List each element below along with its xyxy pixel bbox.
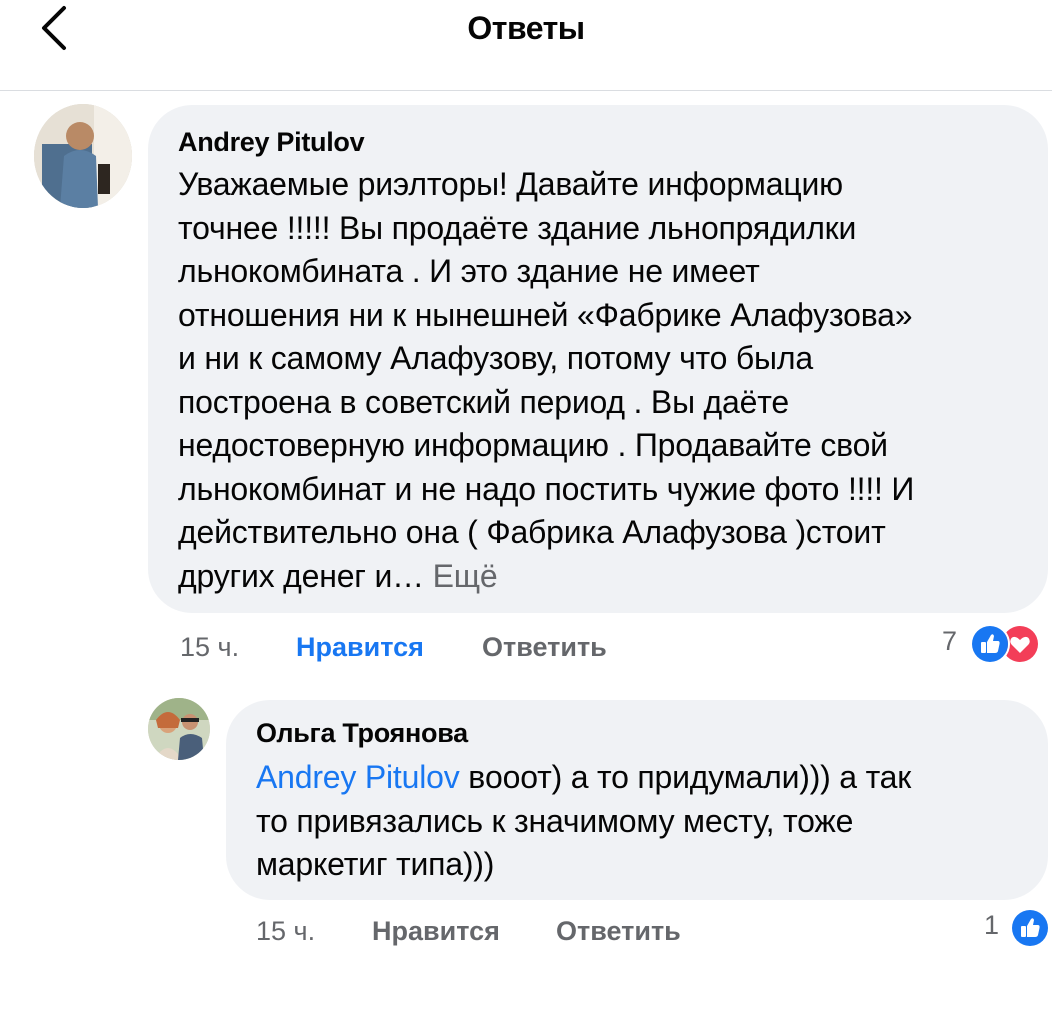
profile-photo [148, 698, 210, 760]
reaction-count: 1 [984, 910, 1000, 940]
comment-bubble: Ольга Троянова Andrey Pitulov вooот) а т… [226, 700, 1048, 900]
comment-author[interactable]: Ольга Троянова [256, 718, 468, 749]
like-button[interactable]: Нравится [372, 916, 500, 947]
profile-photo [34, 104, 132, 208]
text-segment: вooот) а то придумали))) а так [459, 759, 912, 795]
like-icon [1010, 908, 1050, 948]
comment-actions: 15 ч. Нравится Ответить [180, 632, 700, 672]
text-line-last: других денег и… [178, 557, 433, 594]
like-icon [970, 624, 1010, 664]
comment-time: 15 ч. [256, 916, 316, 946]
avatar[interactable] [34, 104, 132, 208]
text-line: действительно она ( Фабрика Алафузова )с… [178, 514, 886, 550]
reaction-count: 7 [942, 626, 958, 656]
text-line: недостоверную информацию . Продавайте св… [178, 427, 888, 463]
comment-actions: 15 ч. Нравится Ответить [256, 916, 776, 956]
reply-button[interactable]: Ответить [556, 916, 681, 947]
text-line: Andrey Pitulov вooот) а то придумали))) … [256, 756, 1036, 800]
text-line: то привязались к значимому месту, тоже [256, 802, 854, 839]
text-line: маркетиг типа))) [256, 846, 495, 882]
reaction-summary[interactable]: 1 [980, 908, 1052, 948]
text-line: построена в советский период . Вы даёте [178, 383, 789, 420]
mention-link[interactable]: Andrey Pitulov [256, 759, 460, 795]
text-line: других денег и… Ещё [178, 555, 1038, 599]
text-line: льнокомбинат и не надо постить чужие фот… [178, 470, 915, 507]
like-button[interactable]: Нравится [296, 632, 424, 663]
comment-text: Уважаемые риэлторы! Давайте информацию т… [178, 163, 1038, 598]
see-more-link[interactable]: Ещё [433, 558, 498, 594]
text-line: точнее !!!!! Вы продаёте здание льнопряд… [178, 209, 857, 246]
reaction-summary[interactable]: 7 [938, 624, 1052, 664]
comment-time: 15 ч. [180, 632, 240, 662]
comment-text: Andrey Pitulov вooот) а то придумали))) … [256, 756, 1036, 887]
comment-author[interactable]: Andrey Pitulov [178, 127, 365, 158]
avatar[interactable] [148, 698, 210, 760]
text-line: Уважаемые риэлторы! Давайте информацию [178, 166, 843, 202]
text-line: льнокомбината . И это здание не имеет [178, 253, 760, 289]
reply-button[interactable]: Ответить [482, 632, 607, 663]
page-title: Ответы [467, 10, 585, 46]
text-line: и ни к самому Алафузову, потому что была [178, 340, 813, 376]
text-line: отношения ни к нынешней «Фабрике Алафузо… [178, 296, 913, 333]
comment-bubble: Andrey Pitulov Уважаемые риэлторы! Давай… [148, 105, 1048, 613]
top-bar: Ответы [0, 0, 1052, 91]
